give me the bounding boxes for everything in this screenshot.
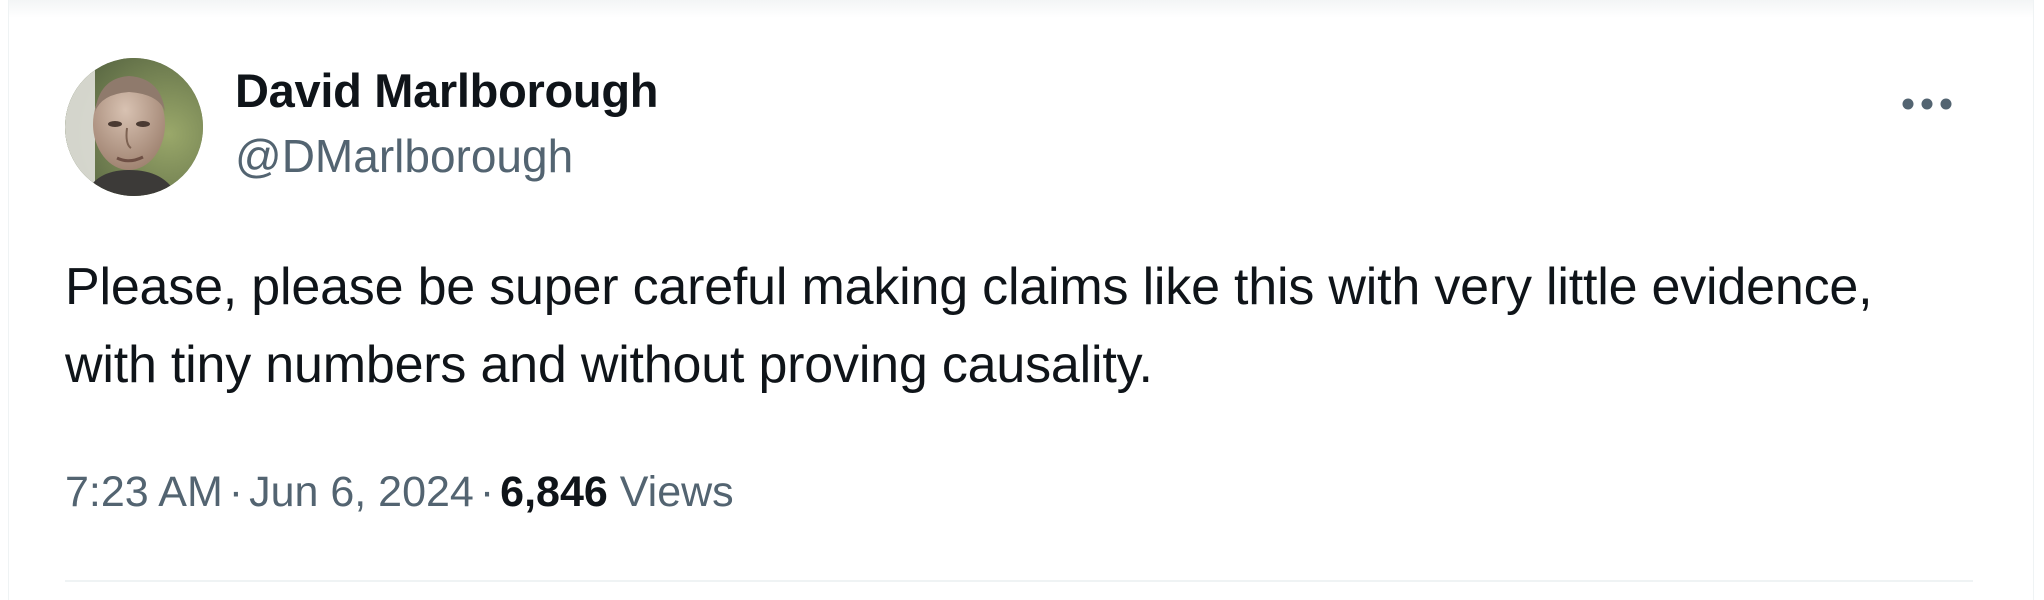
tweet-header: David Marlborough @DMarlborough <box>65 58 1993 198</box>
views-label: Views <box>619 468 734 516</box>
ellipsis-icon <box>1902 98 1952 110</box>
tweet-metadata: 7:23 AM · Jun 6, 2024 · 6,846 Views <box>65 462 734 522</box>
avatar[interactable] <box>65 58 203 196</box>
top-shadow <box>9 0 2033 18</box>
author-names: David Marlborough @DMarlborough <box>235 62 658 186</box>
author-display-name[interactable]: David Marlborough <box>235 62 658 120</box>
more-options-button[interactable] <box>1897 86 1957 122</box>
views-count: 6,846 <box>500 468 608 516</box>
separator-dot: · <box>228 468 244 516</box>
tweet-date[interactable]: Jun 6, 2024 <box>249 468 474 516</box>
separator-dot: · <box>479 468 495 516</box>
tweet-text: Please, please be super careful making c… <box>65 258 1873 394</box>
divider <box>65 580 1973 582</box>
tweet-card: David Marlborough @DMarlborough Please, … <box>8 0 2034 600</box>
author-handle[interactable]: @DMarlborough <box>235 126 658 186</box>
tweet-time[interactable]: 7:23 AM <box>65 468 223 516</box>
profile-photo-icon <box>65 58 203 196</box>
